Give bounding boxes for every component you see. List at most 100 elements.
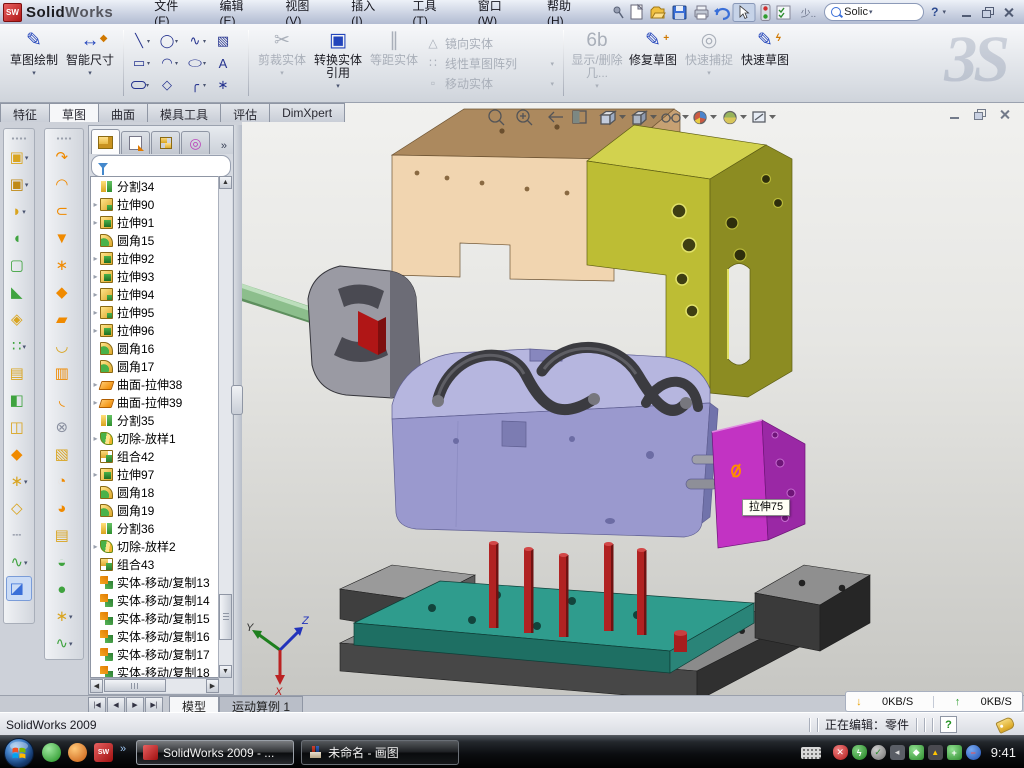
repair-sketch-button[interactable]: ✎+ 修复草图 ▾ (625, 24, 681, 102)
tree-item[interactable]: ▸ 切除-放样1 (91, 429, 218, 447)
tag-icon[interactable] (995, 715, 1015, 733)
tab-feature-manager[interactable] (91, 129, 120, 154)
tree-item[interactable]: ▸ 圆角15 (91, 231, 218, 249)
tab-configuration-manager[interactable] (151, 131, 180, 154)
doc-restore-button[interactable] (974, 109, 987, 120)
mirror-entities-button[interactable]: △ 镜向实体 ▾ (426, 35, 554, 52)
polygon-icon[interactable]: ◇▾ (159, 74, 185, 96)
sketch-button[interactable]: ✎ 草图绘制 ▾ (6, 24, 62, 102)
linear-sketch-pattern-button[interactable]: ∷ 线性草图阵列 ▾ (426, 55, 554, 72)
ribbon-tab[interactable]: 草图 (49, 103, 99, 122)
tree-vertical-scrollbar[interactable]: ▲ ▼ (218, 176, 232, 678)
curve-icon[interactable]: ∿ ▾ (4, 549, 34, 576)
panel-splitter[interactable] (234, 125, 242, 695)
tree-item[interactable]: ▸ 实体-移动/复制14 (91, 591, 218, 609)
tree-item[interactable]: ▸ 拉伸92 (91, 249, 218, 267)
help-dropdown-icon[interactable]: ▾ (942, 8, 946, 16)
heads-up-toolbar[interactable] (485, 106, 785, 130)
tree-filter-box[interactable] (91, 155, 231, 177)
tree-item[interactable]: ▸ 拉伸97 (91, 465, 218, 483)
task-button[interactable]: SolidWorks 2009 - ... (136, 740, 294, 765)
circle-icon[interactable]: ◯▾ (159, 30, 185, 52)
instant3d-icon[interactable]: ◪ ▾ (6, 576, 32, 601)
tree-item[interactable]: ▸ 拉伸93 (91, 267, 218, 285)
tree-item[interactable]: ▸ 实体-移动/复制18 (91, 663, 218, 678)
axis-icon[interactable]: ┄ ▾ (4, 522, 34, 549)
splitter-handle[interactable] (231, 385, 243, 415)
line-icon[interactable]: ╲▾ (131, 30, 157, 52)
hole-wizard-icon[interactable]: ◈ ▾ (4, 306, 34, 333)
knit-surface-icon[interactable]: ▤ ▾ (45, 522, 83, 549)
untrim-surface-icon[interactable]: ◕ ▾ (45, 495, 83, 522)
panel-tabs-overflow[interactable]: » (217, 140, 231, 154)
expand-arrow-icon[interactable]: ▸ (91, 290, 100, 299)
plane-icon[interactable]: ◇ ▾ (4, 495, 34, 522)
taskbar-clock[interactable]: 9:41 (991, 745, 1016, 760)
linear-pattern-icon[interactable]: ∷ ▾ (4, 333, 34, 360)
tree-item[interactable]: ▸ 实体-移动/复制16 (91, 627, 218, 645)
tab-dimxpert-manager[interactable]: ◎ (181, 131, 210, 154)
quick-launch-messenger-icon[interactable] (42, 743, 61, 762)
filled-surface-icon[interactable]: ◆ ▾ (45, 279, 83, 306)
doc-minimize-button[interactable] (949, 109, 962, 120)
revolved-surface-icon[interactable]: ◠ ▾ (45, 171, 83, 198)
scroll-thumb[interactable] (219, 594, 232, 640)
extruded-surface-icon[interactable]: ⊂ ▾ (45, 198, 83, 225)
rapid-sketch-button[interactable]: ✎ϟ 快速草图 ▾ (737, 24, 793, 102)
quick-launch-solidworks-icon[interactable]: SW (94, 743, 113, 762)
ribbon-tab[interactable]: DimXpert (269, 103, 345, 122)
expand-arrow-icon[interactable]: ▸ (91, 434, 100, 443)
ellipse-icon[interactable]: ◯▾ (187, 52, 213, 74)
tree-item[interactable]: ▸ 圆角19 (91, 501, 218, 519)
surface-fillet-icon[interactable]: ◟ ▾ (45, 387, 83, 414)
lofted-surface-icon[interactable]: ▼ ▾ (45, 225, 83, 252)
tree-item[interactable]: ▸ 分割36 (91, 519, 218, 537)
expand-arrow-icon[interactable]: ▸ (91, 470, 100, 479)
minimize-button[interactable] (961, 7, 974, 18)
document-tab[interactable]: 模型 (169, 696, 219, 713)
tab-nav-button[interactable]: ▶| (145, 697, 163, 713)
dropdown-icon[interactable]: ▾ (550, 60, 554, 68)
update-icon[interactable]: − (966, 745, 981, 760)
tree-item[interactable]: ▸ 拉伸94 (91, 285, 218, 303)
search-input[interactable]: Solic (844, 6, 868, 18)
dropdown-icon[interactable]: ▾ (88, 69, 92, 77)
antivirus-shield-icon[interactable]: ✕ (833, 745, 848, 760)
dropdown-icon[interactable]: ▾ (336, 82, 340, 90)
search-box[interactable]: Solic ▾ (824, 3, 924, 21)
tree-item[interactable]: ▸ 拉伸96 (91, 321, 218, 339)
swept-boss-icon[interactable]: ◖ ▾ (4, 225, 34, 252)
tree-item[interactable]: ▸ 曲面-拉伸39 (91, 393, 218, 411)
expand-arrow-icon[interactable]: ▸ (91, 200, 100, 209)
search-dropdown-icon[interactable]: ▾ (869, 8, 873, 16)
shell-icon[interactable]: ▢ ▾ (4, 252, 34, 279)
quick-tip-button[interactable]: ? (940, 716, 957, 733)
rectangle-icon[interactable]: ▭▾ (131, 52, 157, 74)
tree-item[interactable]: ▸ 分割34 (91, 177, 218, 195)
combine-bodies-icon[interactable]: ◧ ▾ (4, 387, 34, 414)
document-tab[interactable]: 运动算例 1 (219, 696, 303, 713)
expand-arrow-icon[interactable]: ▸ (91, 326, 100, 335)
extruded-cut-icon[interactable]: ▣ ▾ (4, 171, 34, 198)
tab-nav-button[interactable]: ▶ (126, 697, 144, 713)
slot-icon[interactable]: ▾ (131, 74, 157, 96)
part-extrude75-block[interactable] (712, 420, 805, 548)
tab-nav-button[interactable]: ◀ (107, 697, 125, 713)
tree-item[interactable]: ▸ 实体-移动/复制17 (91, 645, 218, 663)
tree-item[interactable]: ▸ 圆角17 (91, 357, 218, 375)
extruded-boss-icon[interactable]: ▣ ▾ (4, 144, 34, 171)
swept-surface-icon[interactable]: ↷ ▾ (45, 144, 83, 171)
tree-item[interactable]: ▸ 组合42 (91, 447, 218, 465)
help-button[interactable]: ? (931, 5, 938, 19)
dropdown-icon[interactable]: ▾ (550, 80, 554, 88)
display-delete-relations-button[interactable]: 6b 显示/删除几... ▾ (569, 24, 625, 102)
security-lightning-icon[interactable]: ϟ (852, 745, 867, 760)
alert-icon[interactable]: ▲ (928, 745, 943, 760)
toolbar-overflow[interactable]: 少.. (801, 5, 817, 20)
model-canvas[interactable]: Y Z X (242, 103, 1024, 695)
tab-property-manager[interactable] (121, 131, 150, 154)
tree-item[interactable]: ▸ 圆角18 (91, 483, 218, 501)
scroll-up-button[interactable]: ▲ (219, 176, 232, 189)
expand-arrow-icon[interactable]: ▸ (91, 542, 100, 551)
expand-arrow-icon[interactable]: ▸ (91, 254, 100, 263)
